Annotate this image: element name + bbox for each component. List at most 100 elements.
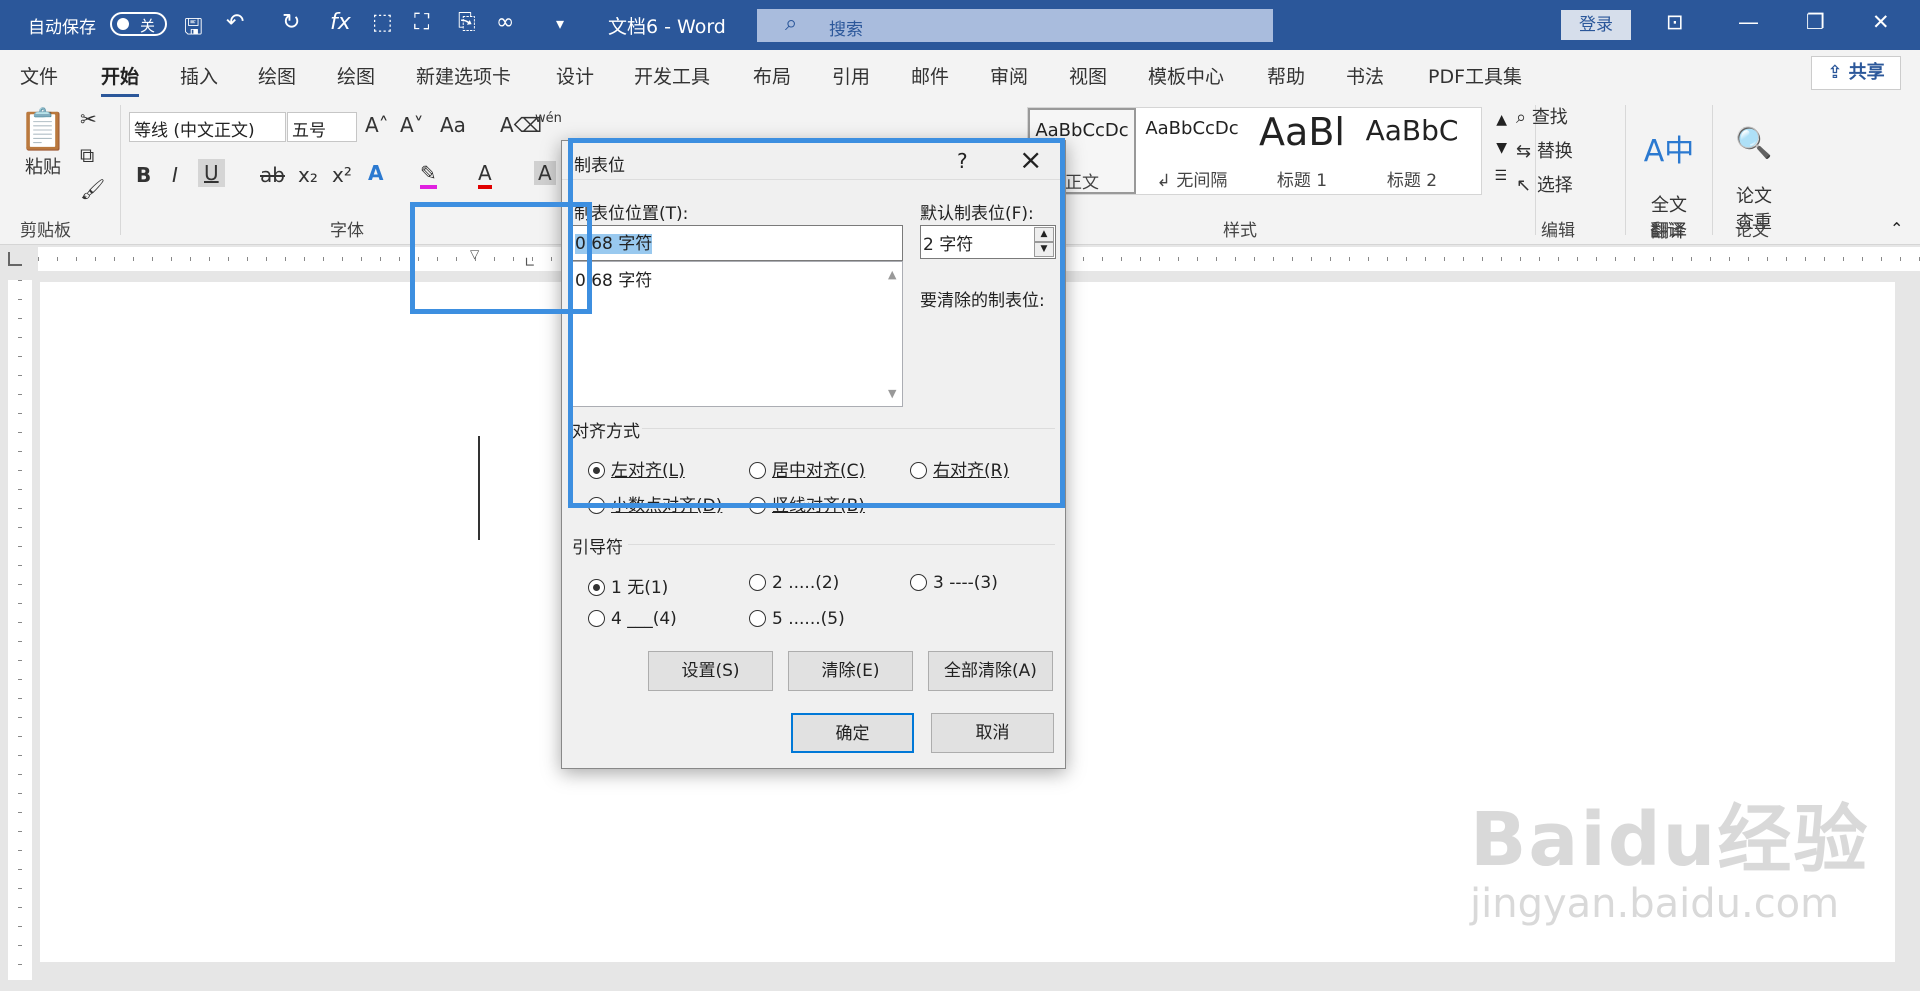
style-sample: AaBbCcDc bbox=[1145, 118, 1239, 139]
change-case-icon[interactable]: Aa bbox=[440, 113, 466, 137]
share-button[interactable]: ⇪ 共享 bbox=[1811, 56, 1901, 90]
tab-selector[interactable] bbox=[8, 252, 22, 266]
leader-dots-radio[interactable]: 2 .....(2) bbox=[749, 573, 839, 593]
paste-button[interactable]: 📋 粘贴 bbox=[18, 107, 68, 179]
highlight-icon[interactable]: ✎ bbox=[420, 161, 437, 189]
link-icon[interactable]: ∞ bbox=[496, 10, 514, 35]
bold-icon[interactable]: B bbox=[136, 163, 151, 187]
tab-design[interactable]: 设计 bbox=[556, 62, 594, 89]
search-box[interactable]: ⌕ 搜索 bbox=[757, 9, 1273, 42]
tab-pdf-tools[interactable]: PDF工具集 bbox=[1428, 62, 1522, 89]
group-divider bbox=[1712, 105, 1713, 235]
cut-icon[interactable]: ✂ bbox=[80, 107, 97, 131]
set-button[interactable]: 设置(S) bbox=[648, 651, 773, 691]
shrink-font-icon[interactable]: A˅ bbox=[400, 113, 424, 137]
style-name: 标题 1 bbox=[1276, 171, 1328, 191]
leader-dashes-radio[interactable]: 3 ----(3) bbox=[910, 573, 998, 593]
restore-icon[interactable]: ❐ bbox=[1806, 10, 1825, 34]
save-icon[interactable]: 🖫 bbox=[184, 10, 203, 48]
title-bar: 自动保存 关 🖫 ↶ ↻ fx ⬚ ⛶ ⎘ ∞ ▾ 文档6 - Word ⌕ 搜… bbox=[0, 0, 1920, 50]
format-painter-icon[interactable]: 🖌 bbox=[80, 177, 105, 201]
paper-group-label: 论文 bbox=[1735, 221, 1769, 241]
gallery-down-icon[interactable]: ▼ bbox=[1496, 140, 1507, 156]
autosave-toggle[interactable]: 关 bbox=[110, 12, 167, 36]
edit-group-label: 编辑 bbox=[1541, 221, 1575, 241]
tab-developer[interactable]: 开发工具 bbox=[634, 62, 710, 89]
style-name: ↲ 无间隔 bbox=[1156, 171, 1228, 191]
gallery-up-icon[interactable]: ▲ bbox=[1496, 112, 1507, 128]
select-icon[interactable]: ⬚ bbox=[372, 10, 393, 35]
undo-icon[interactable]: ↶ bbox=[226, 10, 244, 35]
replace-icon: ⇆ bbox=[1516, 141, 1537, 162]
search-placeholder: 搜索 bbox=[829, 20, 863, 40]
find-icon: ⌕ bbox=[1516, 107, 1532, 128]
leader-underline-radio[interactable]: 4 ___(4) bbox=[588, 609, 677, 629]
paper-check-icon: 🔍 bbox=[1735, 126, 1773, 161]
ribbon-display-icon[interactable]: ⊡ bbox=[1666, 10, 1684, 34]
tab-draw-2[interactable]: 绘图 bbox=[337, 62, 375, 89]
ribbon-tabs: 文件 开始 插入 绘图 绘图 新建选项卡 设计 开发工具 布局 引用 邮件 审阅… bbox=[0, 50, 1920, 97]
tab-new-tab[interactable]: 新建选项卡 bbox=[416, 62, 511, 89]
watermark-logo: Baidu经验 bbox=[1470, 797, 1870, 883]
close-icon[interactable]: ✕ bbox=[1872, 10, 1890, 34]
toggle-state: 关 bbox=[140, 17, 156, 35]
style-sample: AaBl bbox=[1259, 110, 1345, 154]
redo-icon[interactable]: ↻ bbox=[282, 10, 300, 35]
login-button[interactable]: 登录 bbox=[1561, 10, 1631, 40]
tab-mailings[interactable]: 邮件 bbox=[911, 62, 949, 89]
tab-file[interactable]: 文件 bbox=[20, 62, 58, 89]
subscript-icon[interactable]: x₂ bbox=[298, 163, 318, 187]
text-effects-icon[interactable]: A bbox=[368, 161, 383, 185]
italic-icon[interactable]: I bbox=[172, 163, 178, 187]
tab-calligraphy[interactable]: 书法 bbox=[1346, 62, 1384, 89]
gallery-more-icon[interactable]: ☰ bbox=[1494, 168, 1507, 184]
tab-references[interactable]: 引用 bbox=[832, 62, 870, 89]
style-no-spacing[interactable]: AaBbCcDc ↲ 无间隔 bbox=[1138, 108, 1246, 194]
org-chart-icon[interactable]: ⛶ bbox=[414, 10, 429, 35]
font-name-combo[interactable]: 等线 (中文正文) bbox=[129, 112, 286, 142]
phonetic-guide-icon[interactable]: wén bbox=[535, 111, 562, 126]
tab-insert[interactable]: 插入 bbox=[180, 62, 218, 89]
style-sample: AaBbC bbox=[1365, 114, 1459, 147]
minimize-icon[interactable]: — bbox=[1738, 10, 1759, 34]
style-name: 标题 2 bbox=[1386, 171, 1438, 191]
radio-dot bbox=[588, 579, 605, 596]
formula-icon[interactable]: fx bbox=[330, 10, 351, 35]
select-button[interactable]: ↖ 选择 bbox=[1516, 171, 1573, 197]
underline-icon[interactable]: U bbox=[198, 159, 225, 187]
collapse-ribbon-icon[interactable]: ⌃ bbox=[1890, 219, 1903, 238]
customize-dropdown-icon[interactable]: ▾ bbox=[556, 14, 564, 33]
grow-font-icon[interactable]: A˄ bbox=[365, 113, 389, 137]
tab-help[interactable]: 帮助 bbox=[1267, 62, 1305, 89]
clear-all-button[interactable]: 全部清除(A) bbox=[928, 651, 1053, 691]
find-button[interactable]: ⌕ 查找 bbox=[1516, 103, 1568, 129]
style-heading-1[interactable]: AaBl 标题 1 bbox=[1248, 108, 1356, 194]
clipboard-group-label: 剪贴板 bbox=[20, 221, 71, 241]
tab-layout[interactable]: 布局 bbox=[753, 62, 791, 89]
cancel-button[interactable]: 取消 bbox=[931, 713, 1054, 753]
tab-review[interactable]: 审阅 bbox=[990, 62, 1028, 89]
search-icon: ⌕ bbox=[785, 11, 798, 36]
character-shading-icon[interactable]: A bbox=[534, 161, 556, 185]
ok-button[interactable]: 确定 bbox=[791, 713, 914, 753]
font-size-combo[interactable]: 五号 bbox=[287, 112, 357, 142]
tab-draw[interactable]: 绘图 bbox=[258, 62, 296, 89]
radio-label: 4 ___(4) bbox=[611, 609, 677, 629]
document-icon[interactable]: ⎘ bbox=[458, 10, 476, 35]
strikethrough-icon[interactable]: ab bbox=[260, 163, 285, 187]
tab-home[interactable]: 开始 bbox=[101, 62, 140, 97]
copy-icon[interactable]: ⧉ bbox=[80, 143, 94, 167]
styles-gallery: AaBbCcDc 正文 AaBbCcDc ↲ 无间隔 AaBl 标题 1 AaB… bbox=[1027, 107, 1507, 195]
watermark: Baidu经验 jingyan.baidu.com bbox=[1470, 780, 1869, 927]
radio-dot bbox=[588, 610, 605, 627]
tab-view[interactable]: 视图 bbox=[1069, 62, 1107, 89]
leader-none-radio[interactable]: 1 无(1) bbox=[588, 573, 668, 598]
clear-button[interactable]: 清除(E) bbox=[788, 651, 913, 691]
replace-button[interactable]: ⇆ 替换 bbox=[1516, 137, 1573, 163]
superscript-icon[interactable]: x² bbox=[332, 163, 352, 187]
leader-middle-dots-radio[interactable]: 5 ......(5) bbox=[749, 609, 845, 629]
style-heading-2[interactable]: AaBbC 标题 2 bbox=[1358, 108, 1466, 194]
autosave-label: 自动保存 bbox=[28, 18, 96, 38]
tab-templates[interactable]: 模板中心 bbox=[1148, 62, 1224, 89]
font-color-icon[interactable]: A bbox=[478, 161, 492, 189]
